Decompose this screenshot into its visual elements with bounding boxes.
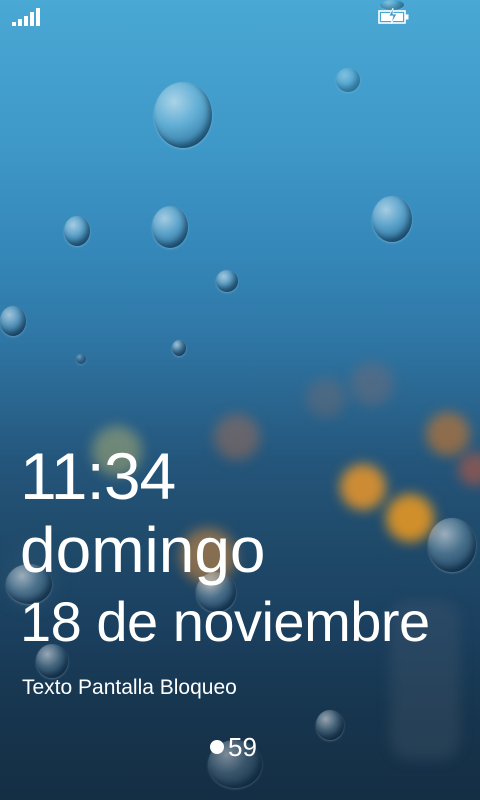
battery-charging-icon — [378, 8, 409, 24]
signal-strength-icon — [12, 8, 40, 26]
lock-screen-custom-text: Texto Pantalla Bloqueo — [22, 676, 237, 699]
notification-count: 59 — [228, 732, 257, 762]
status-bar — [0, 0, 480, 32]
lock-day: domingo — [20, 514, 266, 586]
notification-badge[interactable]: 59 — [210, 730, 257, 764]
lock-time: 11:34 — [20, 439, 176, 513]
notification-dot-icon — [210, 740, 224, 754]
lock-screen[interactable]: 11:34 domingo 18 de noviembre Texto Pant… — [0, 0, 480, 800]
lock-date: 18 de noviembre — [20, 590, 430, 653]
